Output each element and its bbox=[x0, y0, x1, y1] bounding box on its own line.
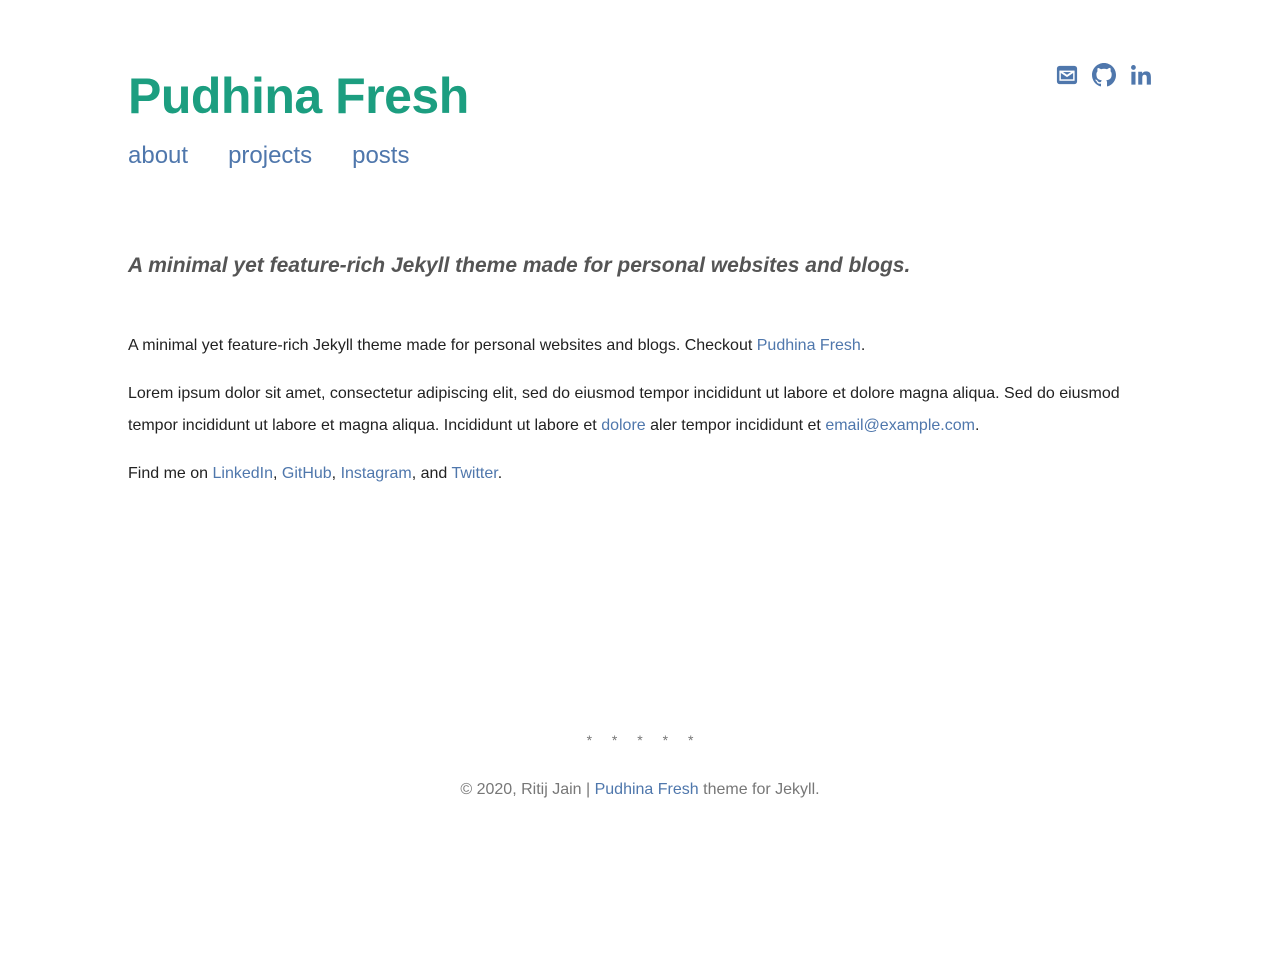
envelope-icon[interactable] bbox=[1055, 63, 1079, 87]
nav-posts-link[interactable]: posts bbox=[352, 142, 409, 170]
github-icon[interactable] bbox=[1092, 63, 1116, 87]
separator: , and bbox=[411, 465, 452, 482]
site-title[interactable]: Pudhina Fresh bbox=[128, 66, 1153, 126]
social-end: . bbox=[497, 465, 503, 482]
copyright-text: © 2020, Ritij Jain | bbox=[460, 781, 595, 798]
footer-theme-link[interactable]: Pudhina Fresh bbox=[595, 781, 699, 798]
linkedin-icon[interactable] bbox=[1129, 63, 1153, 87]
nav-about-link[interactable]: about bbox=[128, 142, 188, 170]
lorem-paragraph: Lorem ipsum dolor sit amet, consectetur … bbox=[128, 378, 1152, 442]
email-link[interactable]: email@example.com bbox=[825, 417, 975, 434]
dolore-link[interactable]: dolore bbox=[601, 417, 645, 434]
separator: , bbox=[272, 465, 282, 482]
twitter-link[interactable]: Twitter bbox=[451, 465, 497, 482]
social-paragraph: Find me on LinkedIn, GitHub, Instagram, … bbox=[128, 458, 1152, 490]
social-links bbox=[1055, 63, 1153, 87]
lorem-mid-text: aler tempor incididunt et bbox=[645, 417, 826, 434]
intro-end: . bbox=[860, 337, 866, 354]
copyright-line: © 2020, Ritij Jain | Pudhina Fresh theme… bbox=[0, 778, 1280, 802]
github-link[interactable]: GitHub bbox=[282, 465, 332, 482]
site-footer: * * * * * © 2020, Ritij Jain | Pudhina F… bbox=[0, 728, 1280, 802]
pudhina-fresh-link[interactable]: Pudhina Fresh bbox=[757, 337, 861, 354]
intro-paragraph: A minimal yet feature-rich Jekyll theme … bbox=[128, 330, 1152, 362]
find-me-text: Find me on bbox=[128, 465, 213, 482]
lorem-end: . bbox=[974, 417, 980, 434]
page: Pudhina Fresh about projects posts A min… bbox=[0, 0, 1280, 960]
site-header: Pudhina Fresh about projects posts bbox=[128, 63, 1153, 170]
nav-projects-link[interactable]: projects bbox=[228, 142, 312, 170]
linkedin-link[interactable]: LinkedIn bbox=[212, 465, 273, 482]
tagline: A minimal yet feature-rich Jekyll theme … bbox=[128, 254, 911, 277]
main-content: A minimal yet feature-rich Jekyll theme … bbox=[128, 330, 1152, 506]
instagram-link[interactable]: Instagram bbox=[341, 465, 412, 482]
intro-text: A minimal yet feature-rich Jekyll theme … bbox=[128, 337, 757, 354]
separator: , bbox=[331, 465, 341, 482]
main-nav: about projects posts bbox=[128, 142, 1153, 170]
copyright-suffix: theme for Jekyll. bbox=[698, 781, 820, 798]
footer-divider-stars: * * * * * bbox=[586, 732, 702, 748]
